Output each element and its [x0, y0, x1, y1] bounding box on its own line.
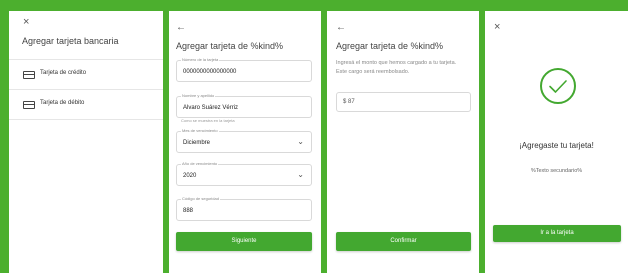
- name-value: Alvaro Suárez Vérriz: [183, 105, 239, 111]
- month-value: Diciembre: [183, 140, 211, 146]
- amount-field[interactable]: $ 87: [336, 92, 471, 112]
- close-icon[interactable]: ×: [23, 17, 29, 28]
- confirm-button[interactable]: Confirmar: [336, 232, 471, 251]
- page-title: Agregar tarjeta de %kind%: [176, 41, 284, 51]
- name-helper-text: Como se muestra en la tarjeta: [181, 118, 235, 123]
- next-button[interactable]: Siguiente: [176, 232, 312, 251]
- success-screen: × ¡Agregaste tu tarjeta! %Texto secundar…: [485, 11, 628, 273]
- go-to-card-button[interactable]: Ir a la tarjeta: [493, 225, 621, 242]
- chevron-down-icon: ⌄: [297, 170, 304, 179]
- credit-card-icon: [23, 71, 35, 79]
- instructions-text: Ingresá el monto que hemos cargado a tu …: [336, 60, 457, 75]
- name-label: Nombre y apellido: [181, 93, 216, 98]
- month-select[interactable]: Mes de vencimiento Diciembre ⌄: [176, 128, 312, 153]
- card-number-value: 0000000000000000: [183, 69, 237, 75]
- back-arrow-icon[interactable]: ←: [336, 23, 346, 33]
- back-arrow-icon[interactable]: ←: [176, 23, 186, 33]
- secondary-text: %Texto secundario%: [530, 168, 583, 174]
- chevron-down-icon: ⌄: [297, 137, 304, 146]
- debit-card-label: Tarjeta de débito: [40, 100, 85, 106]
- page-title: Agregar tarjeta de %kind%: [336, 41, 444, 51]
- credit-card-option[interactable]: Tarjeta de crédito: [9, 60, 163, 90]
- year-select[interactable]: Año de vencimiento 2020 ⌄: [176, 161, 312, 186]
- page-title: Agregar tarjeta bancaria: [22, 36, 119, 46]
- name-field[interactable]: Nombre y apellido Alvaro Suárez Vérriz: [176, 93, 312, 118]
- year-value: 2020: [183, 173, 197, 179]
- credit-card-label: Tarjeta de crédito: [40, 70, 87, 76]
- cvv-label: Código de seguridad: [181, 196, 220, 201]
- amount-value: $ 87: [343, 99, 355, 105]
- year-label: Año de vencimiento: [181, 161, 219, 166]
- cvv-value: 888: [183, 208, 194, 214]
- debit-card-icon: [23, 101, 35, 109]
- add-card-form-screen: ← Agregar tarjeta de %kind% Número de la…: [169, 11, 321, 273]
- verify-amount-screen: ← Agregar tarjeta de %kind% Ingresá el m…: [327, 11, 479, 273]
- card-number-field[interactable]: Número de la tarjeta 0000000000000000: [176, 57, 312, 82]
- cvv-field[interactable]: Código de seguridad 888: [176, 196, 312, 221]
- success-title: ¡Agregaste tu tarjeta!: [519, 141, 594, 150]
- close-icon[interactable]: ×: [494, 22, 500, 33]
- month-label: Mes de vencimiento: [181, 128, 219, 133]
- debit-card-option[interactable]: Tarjeta de débito: [9, 90, 163, 120]
- select-card-type-screen: × Agregar tarjeta bancaria Tarjeta de cr…: [9, 11, 163, 273]
- success-check-icon: [540, 68, 576, 104]
- card-number-label: Número de la tarjeta: [181, 57, 220, 62]
